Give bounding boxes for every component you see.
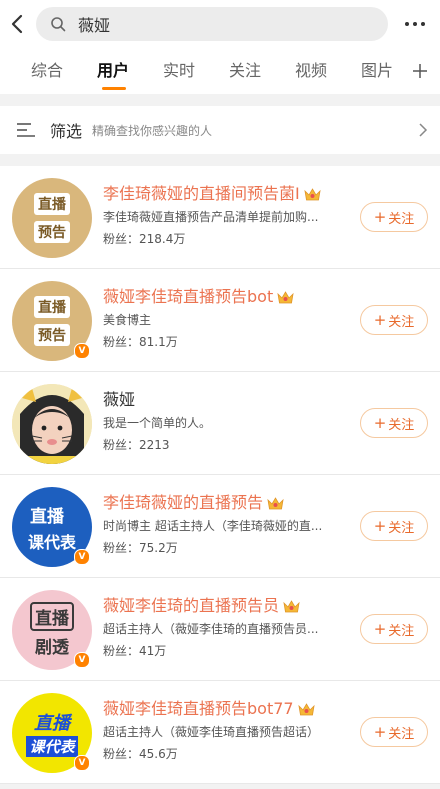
follow-label: 关注	[388, 520, 415, 536]
chevron-right-icon	[419, 123, 428, 137]
tab-all[interactable]: 综合	[14, 48, 80, 94]
tab-following[interactable]: 关注	[212, 48, 278, 94]
user-description: 我是一个简单的人。	[103, 416, 212, 430]
user-name[interactable]: 薇娅	[103, 388, 351, 412]
fans-count: 粉丝：41万	[103, 644, 167, 658]
user-name-text[interactable]: 薇娅	[103, 388, 135, 412]
back-arrow-icon	[11, 14, 23, 34]
search-input[interactable]	[76, 13, 360, 35]
verified-badge-icon: V	[74, 549, 90, 565]
follow-button[interactable]: + 关注	[360, 202, 428, 232]
user-row[interactable]: 直播 预告 李佳琦薇娅的直播间预告菌I 李佳琦薇娅直播预告产品清单提前加购...…	[0, 166, 440, 269]
user-name-text[interactable]: 薇娅李佳琦的直播预告员	[103, 594, 279, 618]
top-bar	[0, 0, 440, 48]
avatar[interactable]: 直播 课代表 V	[12, 487, 92, 567]
user-description: 时尚博主 超话主持人（李佳琦薇娅的直...	[103, 519, 323, 533]
more-dots-icon	[405, 22, 409, 26]
plus-icon: +	[373, 208, 387, 226]
user-photo	[12, 384, 92, 464]
fans-count: 粉丝：218.4万	[103, 232, 186, 246]
user-description: 超话主持人（薇娅李佳琦直播预告超话）	[103, 725, 320, 739]
verified-badge-icon: V	[74, 343, 90, 359]
user-name-text[interactable]: 李佳琦薇娅的直播间预告菌I	[103, 182, 300, 206]
user-name[interactable]: 李佳琦薇娅的直播预告	[103, 491, 351, 515]
avatar-label: 课代表	[26, 736, 78, 757]
tab-video[interactable]: 视频	[278, 48, 344, 94]
user-description: 李佳琦薇娅直播预告产品清单提前加购...	[103, 210, 319, 224]
search-icon	[51, 17, 66, 32]
avatar-label: 直播	[34, 296, 70, 318]
follow-label: 关注	[388, 211, 415, 227]
more-dot	[421, 22, 425, 26]
plus-icon: +	[373, 311, 387, 329]
avatar[interactable]: 直播 剧透 V	[12, 590, 92, 670]
crown-badge-icon	[277, 290, 294, 303]
tab-images[interactable]: 图片	[344, 48, 410, 94]
filter-label: 筛选	[50, 122, 83, 141]
crown-badge-icon	[297, 702, 315, 715]
user-name-text[interactable]: 薇娅李佳琦直播预告bot	[103, 285, 273, 309]
avatar-label: 直播	[30, 602, 74, 631]
back-button[interactable]	[0, 0, 34, 48]
crown-badge-icon	[283, 599, 300, 612]
user-row[interactable]: 薇娅 我是一个简单的人。 粉丝：2213 + 关注	[0, 372, 440, 475]
fans-count: 粉丝：75.2万	[103, 541, 178, 555]
plus-icon: +	[373, 517, 387, 535]
follow-button[interactable]: + 关注	[360, 614, 428, 644]
avatar[interactable]: 直播 预告	[12, 178, 92, 258]
follow-label: 关注	[388, 314, 415, 330]
avatar-label: 直播	[30, 506, 64, 527]
user-row[interactable]: 直播 剧透 V 薇娅李佳琦的直播预告员 超话主持人（薇娅李佳琦的直播预告员...…	[0, 578, 440, 681]
more-button[interactable]	[400, 12, 430, 36]
user-description: 美食博主	[103, 313, 152, 327]
avatar[interactable]: 直播 预告 V	[12, 281, 92, 361]
avatar[interactable]	[12, 384, 92, 464]
add-tab-icon	[413, 64, 427, 78]
plus-icon: +	[373, 723, 387, 741]
filter-bar[interactable]: 筛选 精确查找你感兴趣的人	[0, 106, 440, 154]
crown-badge-icon	[304, 187, 321, 200]
user-row[interactable]: 直播 课代表 V 薇娅李佳琦直播预告bot77 超话主持人（薇娅李佳琦直播预告超…	[0, 681, 440, 784]
follow-label: 关注	[388, 417, 415, 433]
follow-button[interactable]: + 关注	[360, 511, 428, 541]
tab-users[interactable]: 用户	[80, 48, 146, 94]
filter-list-icon	[17, 123, 35, 137]
fans-count: 粉丝：81.1万	[103, 335, 178, 349]
search-box[interactable]	[36, 7, 388, 41]
user-name-text[interactable]: 李佳琦薇娅的直播预告	[103, 491, 263, 515]
filter-hint: 精确查找你感兴趣的人	[92, 123, 213, 138]
tab-bar: 综合 用户 实时 关注 视频 图片	[0, 48, 440, 94]
fans-count: 粉丝：2213	[103, 438, 170, 452]
avatar[interactable]: 直播 课代表 V	[12, 693, 92, 773]
follow-button[interactable]: + 关注	[360, 408, 428, 438]
verified-badge-icon: V	[74, 652, 90, 668]
user-description: 超话主持人（薇娅李佳琦的直播预告员...	[103, 622, 319, 636]
avatar-label: 预告	[34, 324, 70, 346]
user-name[interactable]: 李佳琦薇娅的直播间预告菌I	[103, 182, 351, 206]
tab-realtime[interactable]: 实时	[146, 48, 212, 94]
avatar-label: 课代表	[27, 532, 76, 552]
follow-button[interactable]: + 关注	[360, 717, 428, 747]
user-name[interactable]: 薇娅李佳琦直播预告bot	[103, 285, 351, 309]
follow-label: 关注	[388, 726, 415, 742]
user-name[interactable]: 薇娅李佳琦直播预告bot77	[103, 697, 351, 721]
more-dot	[413, 22, 417, 26]
crown-badge-icon	[267, 496, 284, 509]
fans-count: 粉丝：45.6万	[103, 747, 178, 761]
plus-icon: +	[373, 414, 387, 432]
verified-badge-icon: V	[74, 755, 90, 771]
add-tab-button[interactable]	[408, 48, 432, 94]
follow-label: 关注	[388, 623, 415, 639]
user-list: 直播 预告 李佳琦薇娅的直播间预告菌I 李佳琦薇娅直播预告产品清单提前加购...…	[0, 166, 440, 784]
avatar-label: 直播	[34, 713, 70, 734]
avatar-label: 剧透	[35, 638, 69, 658]
user-name[interactable]: 薇娅李佳琦的直播预告员	[103, 594, 351, 618]
avatar-label: 直播	[34, 193, 70, 215]
plus-icon: +	[373, 620, 387, 638]
user-row[interactable]: 直播 课代表 V 李佳琦薇娅的直播预告 时尚博主 超话主持人（李佳琦薇娅的直..…	[0, 475, 440, 578]
user-name-text[interactable]: 薇娅李佳琦直播预告bot77	[103, 697, 294, 721]
follow-button[interactable]: + 关注	[360, 305, 428, 335]
user-row[interactable]: 直播 预告 V 薇娅李佳琦直播预告bot 美食博主 粉丝：81.1万 + 关注	[0, 269, 440, 372]
avatar-label: 预告	[34, 221, 70, 243]
